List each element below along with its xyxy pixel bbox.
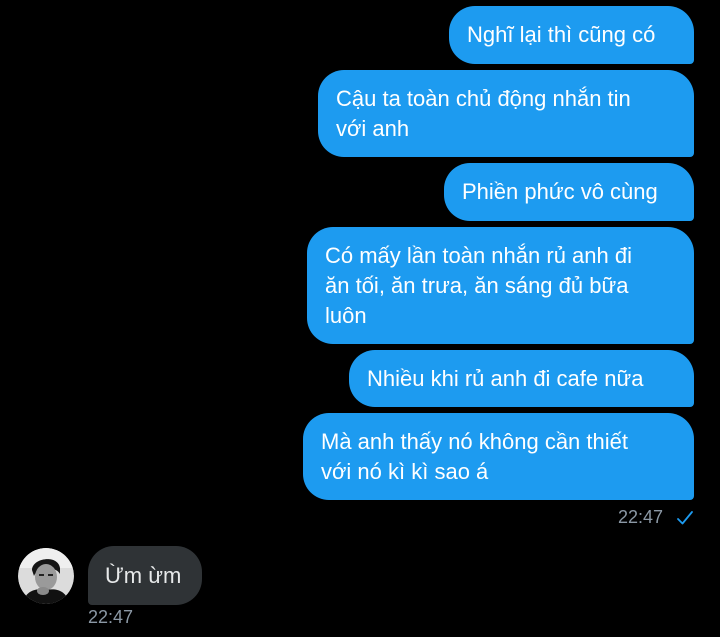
message-text: Mà anh thấy nó không cần thiết [321, 428, 628, 454]
message-text: luôn [325, 302, 367, 328]
sent-message[interactable]: Phiền phức vô cùng [444, 163, 694, 221]
sent-message[interactable]: Nghĩ lại thì cũng có [449, 6, 694, 64]
avatar[interactable] [18, 548, 74, 604]
message-text: ăn tối, ăn trưa, ăn sáng đủ bữa [325, 272, 629, 298]
sent-message[interactable]: Cậu ta toàn chủ động nhắn tin với anh [318, 70, 694, 157]
sent-timestamp: 22:47 [618, 507, 664, 527]
message-text: Phiền phức vô cùng [462, 179, 658, 204]
check-icon [676, 509, 694, 527]
message-text: Nghĩ lại thì cũng có [467, 22, 656, 47]
message-text: Nhiều khi rủ anh đi cafe nữa [367, 365, 644, 391]
sent-message[interactable]: Nhiều khi rủ anh đi cafe nữa [349, 350, 694, 407]
message-text: với anh [336, 115, 410, 141]
sent-message[interactable]: Có mấy lần toàn nhắn rủ anh đi ăn tối, ă… [307, 227, 694, 344]
received-timestamp: 22:47 [88, 607, 134, 627]
message-text: Có mấy lần toàn nhắn rủ anh đi [325, 242, 632, 268]
message-text: với nó kì kì sao á [321, 458, 489, 484]
message-text: Ừm ừm [105, 562, 182, 588]
sent-message[interactable]: Mà anh thấy nó không cần thiết với nó kì… [303, 413, 694, 500]
received-message[interactable]: Ừm ừm [88, 546, 202, 605]
message-text: Cậu ta toàn chủ động nhắn tin [336, 85, 631, 111]
